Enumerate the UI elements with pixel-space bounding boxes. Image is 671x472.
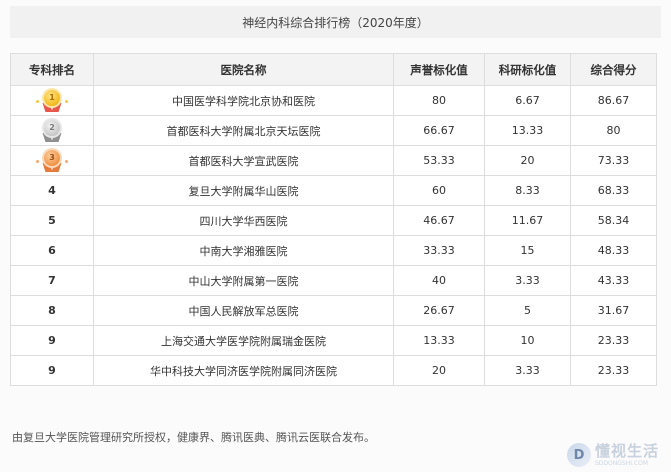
hospital-name-cell: 首都医科大学附属北京天坛医院	[93, 115, 394, 146]
total-score-cell: 68.33	[570, 175, 657, 206]
page-title: 神经内科综合排行榜（2020年度）	[10, 6, 661, 38]
hospital-name-cell: 中山大学附属第一医院	[93, 265, 394, 296]
table-row: 2 首都医科大学附属北京天坛医院 66.67 13.33 80	[10, 115, 657, 146]
rank-cell: 4	[10, 175, 94, 206]
table-row: 4 复旦大学附属华山医院 60 8.33 68.33	[10, 175, 657, 206]
reputation-cell: 26.67	[393, 295, 485, 326]
rank-cell: 9	[10, 325, 94, 356]
reputation-cell: 33.33	[393, 235, 485, 266]
total-score-cell: 23.33	[570, 325, 657, 356]
table-header-row: 专科排名 医院名称 声誉标化值 科研标化值 综合得分	[10, 53, 657, 86]
reputation-cell: 20	[393, 355, 485, 386]
reputation-cell: 13.33	[393, 325, 485, 356]
table-body: 1 中国医学科学院北京协和医院 80 6.67 86.67 2 首都医科大学附属北京天坛医院…	[10, 85, 657, 386]
reputation-cell: 60	[393, 175, 485, 206]
hospital-name-cell: 中国人民解放军总医院	[93, 295, 394, 326]
table-row: 5 四川大学华西医院 46.67 11.67 58.34	[10, 205, 657, 236]
rank-number: 9	[48, 334, 56, 347]
rank-number: 7	[48, 274, 56, 287]
rank-cell: 5	[10, 205, 94, 236]
header-reputation: 声誉标化值	[393, 53, 485, 86]
reputation-cell: 46.67	[393, 205, 485, 236]
total-score-cell: 48.33	[570, 235, 657, 266]
hospital-name-cell: 中国医学科学院北京协和医院	[93, 85, 394, 116]
rank-cell: 6	[10, 235, 94, 266]
research-cell: 10	[484, 325, 571, 356]
research-cell: 13.33	[484, 115, 571, 146]
rank-cell: 2	[10, 115, 94, 146]
research-cell: 3.33	[484, 355, 571, 386]
watermark: D 懂视生活 SDDONGSHI.COM	[567, 440, 667, 470]
hospital-name-cell: 首都医科大学宣武医院	[93, 145, 394, 176]
reputation-cell: 53.33	[393, 145, 485, 176]
hospital-name-cell: 中南大学湘雅医院	[93, 235, 394, 266]
silver-medal-icon: 2	[35, 119, 69, 142]
rank-number: 5	[48, 214, 56, 227]
research-cell: 11.67	[484, 205, 571, 236]
total-score-cell: 43.33	[570, 265, 657, 296]
rank-cell: 9	[10, 355, 94, 386]
total-score-cell: 31.67	[570, 295, 657, 326]
watermark-text: 懂视生活	[595, 441, 660, 460]
table-row: 1 中国医学科学院北京协和医院 80 6.67 86.67	[10, 85, 657, 116]
hospital-name-cell: 四川大学华西医院	[93, 205, 394, 236]
ranking-table: 专科排名 医院名称 声誉标化值 科研标化值 综合得分 1 中国医学科学院北京协和医…	[10, 53, 657, 386]
research-cell: 8.33	[484, 175, 571, 206]
rank-cell: 3	[10, 145, 94, 176]
header-total: 综合得分	[570, 53, 657, 86]
hospital-name-cell: 华中科技大学同济医学院附属同济医院	[93, 355, 394, 386]
table-row: 9 华中科技大学同济医学院附属同济医院 20 3.33 23.33	[10, 355, 657, 386]
total-score-cell: 86.67	[570, 85, 657, 116]
total-score-cell: 23.33	[570, 355, 657, 386]
reputation-cell: 40	[393, 265, 485, 296]
table-row: 6 中南大学湘雅医院 33.33 15 48.33	[10, 235, 657, 266]
research-cell: 20	[484, 145, 571, 176]
research-cell: 3.33	[484, 265, 571, 296]
reputation-cell: 80	[393, 85, 485, 116]
research-cell: 15	[484, 235, 571, 266]
table-row: 9 上海交通大学医学院附属瑞金医院 13.33 10 23.33	[10, 325, 657, 356]
table-row: 7 中山大学附属第一医院 40 3.33 43.33	[10, 265, 657, 296]
header-rank: 专科排名	[10, 53, 94, 86]
page: 神经内科综合排行榜（2020年度） 专科排名 医院名称 声誉标化值 科研标化值 …	[0, 0, 671, 472]
d-logo-icon: D	[567, 443, 591, 467]
research-cell: 5	[484, 295, 571, 326]
header-research: 科研标化值	[484, 53, 571, 86]
rank-number: 8	[48, 304, 56, 317]
rank-number: 9	[48, 364, 56, 377]
header-hospital: 医院名称	[93, 53, 394, 86]
rank-cell: 7	[10, 265, 94, 296]
research-cell: 6.67	[484, 85, 571, 116]
table-row: 8 中国人民解放军总医院 26.67 5 31.67	[10, 295, 657, 326]
rank-cell: 1	[10, 85, 94, 116]
table-row: 3 首都医科大学宣武医院 53.33 20 73.33	[10, 145, 657, 176]
rank-number: 4	[48, 184, 56, 197]
total-score-cell: 58.34	[570, 205, 657, 236]
bronze-medal-icon: 3	[35, 149, 69, 172]
source-note: 由复旦大学医院管理研究所授权，健康界、腾讯医典、腾讯云医联合发布。	[12, 431, 375, 444]
watermark-domain: SDDONGSHI.COM	[595, 459, 648, 467]
hospital-name-cell: 上海交通大学医学院附属瑞金医院	[93, 325, 394, 356]
gold-medal-icon: 1	[35, 89, 69, 112]
rank-cell: 8	[10, 295, 94, 326]
reputation-cell: 66.67	[393, 115, 485, 146]
rank-number: 6	[48, 244, 56, 257]
hospital-name-cell: 复旦大学附属华山医院	[93, 175, 394, 206]
total-score-cell: 80	[570, 115, 657, 146]
total-score-cell: 73.33	[570, 145, 657, 176]
